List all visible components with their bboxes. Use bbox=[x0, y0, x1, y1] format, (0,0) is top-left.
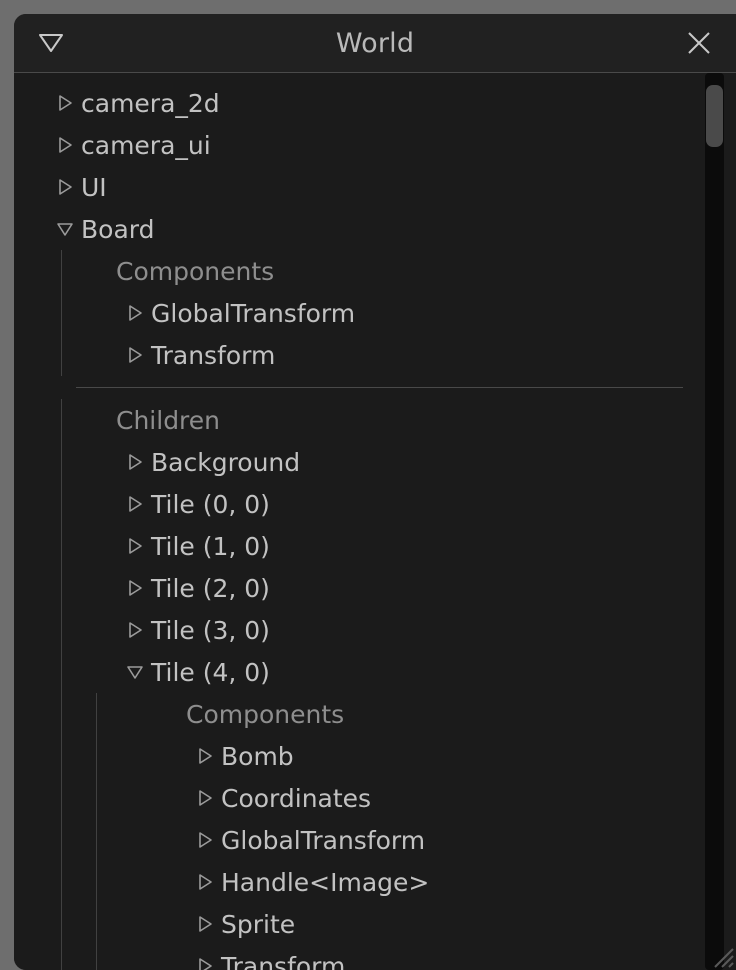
tree-row-ui[interactable]: UI bbox=[14, 166, 712, 208]
indent-guide-line bbox=[61, 609, 62, 651]
triangle-right-outline-icon[interactable] bbox=[194, 913, 216, 935]
tree-row-transform[interactable]: Transform bbox=[14, 334, 712, 376]
triangle-right-outline-icon[interactable] bbox=[194, 787, 216, 809]
triangle-down-outline-icon[interactable] bbox=[54, 218, 76, 240]
tree-row-camera-2d[interactable]: camera_2d bbox=[14, 82, 712, 124]
tree-row-tile-3-0[interactable]: Tile (3, 0) bbox=[14, 609, 712, 651]
tree-row-tile-1-0[interactable]: Tile (1, 0) bbox=[14, 525, 712, 567]
triangle-right-outline-icon[interactable] bbox=[124, 344, 146, 366]
triangle-right-outline-icon[interactable] bbox=[194, 829, 216, 851]
indent-guide-line bbox=[96, 861, 97, 903]
vertical-scrollbar[interactable] bbox=[705, 73, 724, 970]
tree-row-label: Bomb bbox=[221, 741, 294, 771]
indent-guide-line bbox=[61, 525, 62, 567]
tree-section-divider bbox=[76, 387, 683, 388]
window-body: camera_2d camera_ui UI Board Components Globa… bbox=[14, 73, 736, 970]
tree-row-tile-2-0[interactable]: Tile (2, 0) bbox=[14, 567, 712, 609]
indent-guide-line bbox=[61, 483, 62, 525]
indent-guide-line bbox=[61, 334, 62, 376]
triangle-right-outline-icon[interactable] bbox=[54, 92, 76, 114]
tree-row-globaltransform[interactable]: GlobalTransform bbox=[14, 292, 712, 334]
triangle-right-outline-icon[interactable] bbox=[124, 577, 146, 599]
tree-row-bomb[interactable]: Bomb bbox=[14, 735, 712, 777]
indent-guide-line bbox=[61, 399, 62, 441]
indent-guide-line bbox=[61, 903, 62, 945]
screen-backdrop: World camera_2d camera_ui UI Board Component… bbox=[0, 0, 736, 970]
window-title: World bbox=[335, 27, 415, 59]
indent-guide-line bbox=[96, 777, 97, 819]
tree-row-camera-ui[interactable]: camera_ui bbox=[14, 124, 712, 166]
indent-guide-line bbox=[61, 292, 62, 334]
tree-row-handle-image[interactable]: Handle<Image> bbox=[14, 861, 712, 903]
triangle-right-outline-icon[interactable] bbox=[194, 871, 216, 893]
tree-row-label: GlobalTransform bbox=[221, 825, 426, 855]
resize-grip-icon[interactable] bbox=[704, 938, 734, 968]
triangle-right-outline-icon[interactable] bbox=[54, 134, 76, 156]
indent-guide-line bbox=[96, 945, 97, 970]
tree-row-label: Tile (3, 0) bbox=[151, 615, 270, 645]
triangle-right-outline-icon[interactable] bbox=[124, 302, 146, 324]
tree-row-label: camera_2d bbox=[81, 88, 220, 118]
tree-row-tile-4-0[interactable]: Tile (4, 0) bbox=[14, 651, 712, 693]
tree-row-label: Sprite bbox=[221, 909, 296, 939]
tree-row-label: Transform bbox=[151, 340, 276, 370]
indent-guide-line bbox=[96, 819, 97, 861]
tree-row-transform[interactable]: Transform bbox=[14, 945, 712, 970]
world-inspector-window: World camera_2d camera_ui UI Board Component… bbox=[14, 14, 736, 970]
triangle-right-outline-icon[interactable] bbox=[194, 955, 216, 970]
entity-tree[interactable]: camera_2d camera_ui UI Board Components Globa… bbox=[14, 73, 712, 970]
section-label: Children bbox=[116, 405, 221, 435]
scrollbar-thumb[interactable] bbox=[706, 85, 723, 147]
triangle-right-outline-icon[interactable] bbox=[54, 176, 76, 198]
indent-guide-line bbox=[61, 441, 62, 483]
triangle-right-outline-icon[interactable] bbox=[124, 493, 146, 515]
tree-row-label: Background bbox=[151, 447, 301, 477]
tree-row-coordinates[interactable]: Coordinates bbox=[14, 777, 712, 819]
indent-guide-line bbox=[61, 777, 62, 819]
tree-row-board[interactable]: Board bbox=[14, 208, 712, 250]
triangle-right-outline-icon[interactable] bbox=[194, 745, 216, 767]
indent-guide-line bbox=[61, 945, 62, 970]
tree-row-label: GlobalTransform bbox=[151, 298, 356, 328]
indent-guide-line bbox=[61, 693, 62, 735]
indent-guide-line bbox=[96, 735, 97, 777]
tree-row-label: UI bbox=[81, 172, 107, 202]
tree-row-background[interactable]: Background bbox=[14, 441, 712, 483]
tree-row-label: Tile (2, 0) bbox=[151, 573, 270, 603]
triangle-down-outline-icon[interactable] bbox=[124, 661, 146, 683]
tree-row-label: camera_ui bbox=[81, 130, 211, 160]
indent-guide-line bbox=[61, 861, 62, 903]
indent-guide-line bbox=[61, 567, 62, 609]
triangle-right-outline-icon[interactable] bbox=[124, 619, 146, 641]
tree-row-label: Tile (1, 0) bbox=[151, 531, 270, 561]
tree-section-header-children: Children bbox=[14, 399, 712, 441]
tree-row-label: Transform bbox=[221, 951, 346, 970]
tree-row-sprite[interactable]: Sprite bbox=[14, 903, 712, 945]
tree-row-label: Coordinates bbox=[221, 783, 372, 813]
tree-row-globaltransform[interactable]: GlobalTransform bbox=[14, 819, 712, 861]
indent-guide-line bbox=[61, 735, 62, 777]
indent-guide-line bbox=[96, 693, 97, 735]
triangle-right-outline-icon[interactable] bbox=[124, 451, 146, 473]
tree-section-header-components: Components bbox=[14, 250, 712, 292]
section-label: Components bbox=[186, 699, 345, 729]
indent-guide-line bbox=[61, 651, 62, 693]
indent-guide-line bbox=[61, 819, 62, 861]
indent-guide-line bbox=[96, 903, 97, 945]
triangle-down-outline-icon[interactable] bbox=[34, 26, 68, 60]
tree-row-label: Board bbox=[81, 214, 155, 244]
close-icon[interactable] bbox=[682, 26, 716, 60]
tree-row-label: Tile (4, 0) bbox=[151, 657, 270, 687]
tree-row-label: Handle<Image> bbox=[221, 867, 430, 897]
triangle-right-outline-icon[interactable] bbox=[124, 535, 146, 557]
tree-section-header-components: Components bbox=[14, 693, 712, 735]
section-label: Components bbox=[116, 256, 275, 286]
tree-row-tile-0-0[interactable]: Tile (0, 0) bbox=[14, 483, 712, 525]
indent-guide-line bbox=[61, 250, 62, 292]
window-titlebar[interactable]: World bbox=[14, 14, 736, 73]
tree-row-label: Tile (0, 0) bbox=[151, 489, 270, 519]
